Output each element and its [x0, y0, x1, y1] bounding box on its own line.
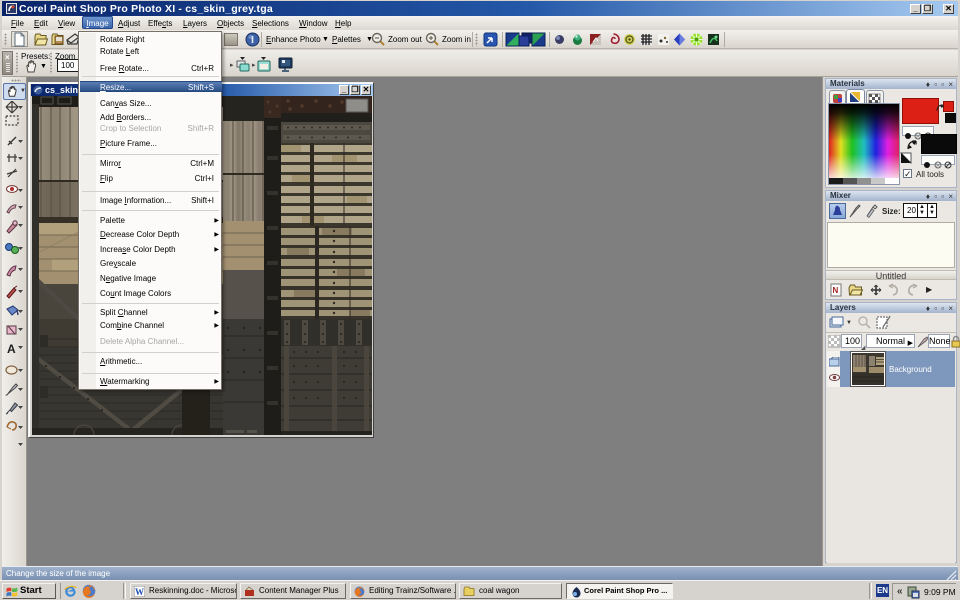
svg-text:W: W: [135, 587, 144, 597]
svg-text:N: N: [833, 286, 839, 295]
svg-text:A: A: [7, 342, 16, 356]
